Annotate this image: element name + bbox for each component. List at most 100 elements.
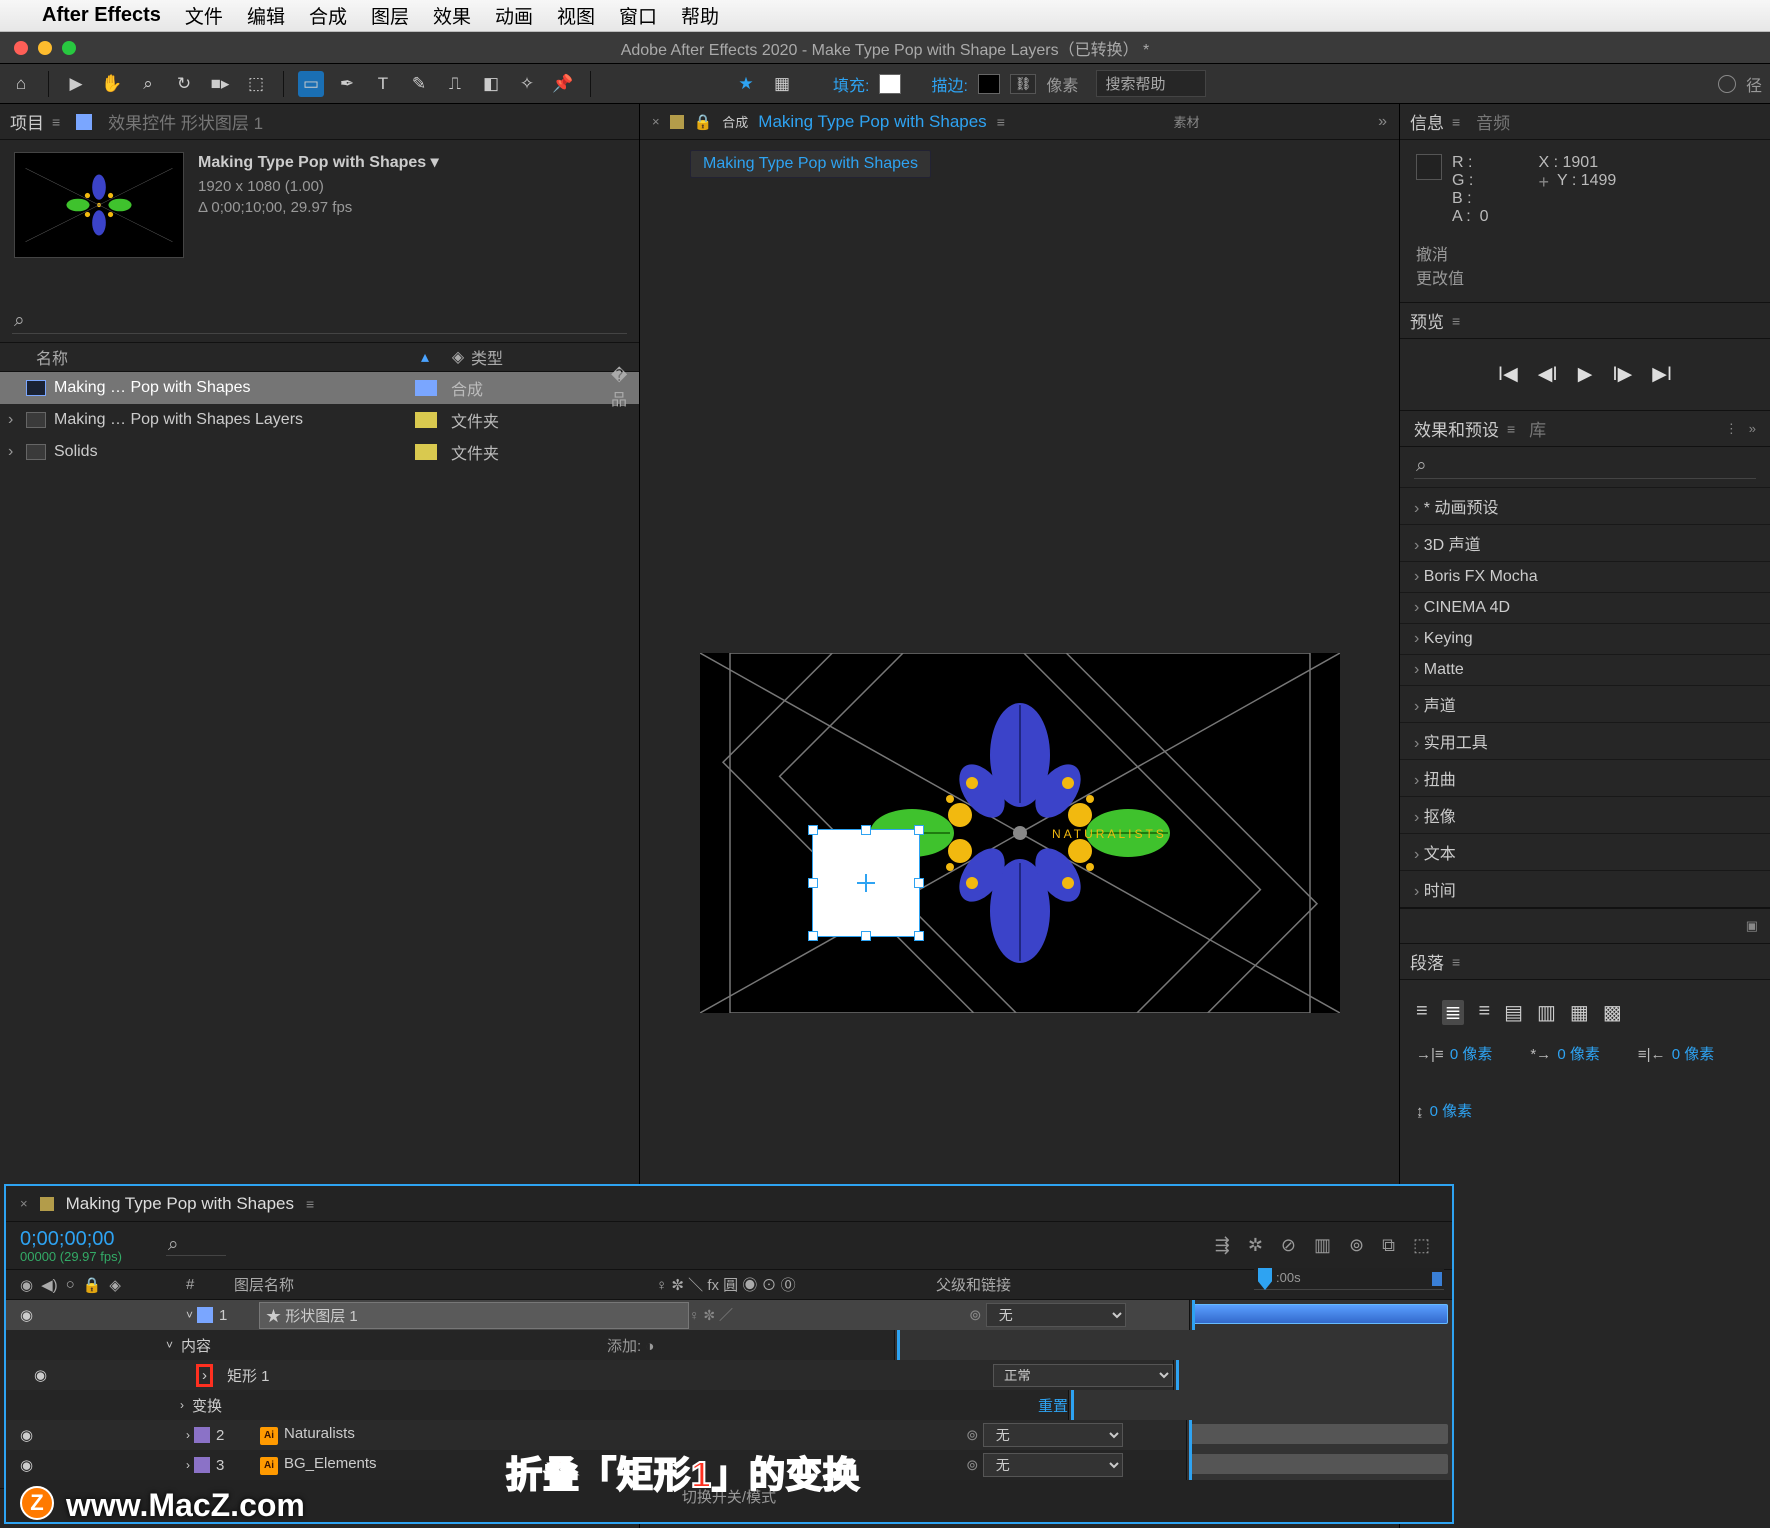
timeline-timecode[interactable]: 0;00;00;00 (20, 1228, 122, 1251)
tab-audio[interactable]: 音频 (1476, 109, 1510, 134)
tab-preview[interactable]: 预览 ≡ (1410, 308, 1460, 333)
window-zoom-button[interactable] (62, 41, 76, 55)
col-name[interactable]: 名称 (8, 345, 405, 369)
first-frame-button[interactable]: I◀ (1498, 363, 1518, 386)
col-tag-icon[interactable]: ◈ (445, 347, 471, 367)
pen-tool[interactable]: ✒ (334, 71, 360, 97)
help-search[interactable]: 搜索帮助 (1096, 70, 1206, 97)
layer-label-swatch[interactable] (194, 1457, 210, 1473)
layer-label-swatch[interactable] (197, 1307, 213, 1323)
effects-category[interactable]: CINEMA 4D (1400, 592, 1770, 623)
panel-overflow[interactable]: » (1378, 113, 1387, 131)
col-switches[interactable]: ♀ ✼ ＼ fx 圓 ◉ ⊙ ⓪ (656, 1274, 936, 1295)
effects-category[interactable]: 抠像 (1400, 796, 1770, 833)
tab-effect-controls[interactable]: 效果控件 形状图层 1 (108, 109, 263, 134)
effects-category[interactable]: * 动画预设 (1400, 487, 1770, 524)
app-name[interactable]: After Effects (42, 4, 161, 27)
lock-col-icon[interactable]: 🔒 (83, 1276, 102, 1294)
label-swatch[interactable] (415, 444, 437, 460)
indent-first[interactable]: *→ 0 像素 (1530, 1043, 1602, 1064)
eye-icon[interactable]: ◉ (20, 1426, 33, 1444)
effects-category[interactable]: 扭曲 (1400, 759, 1770, 796)
stroke-label[interactable]: 描边: (931, 72, 967, 96)
comp-flowchart-tag[interactable]: Making Type Pop with Shapes (690, 150, 931, 178)
solo-col-icon[interactable]: ○ (66, 1276, 75, 1294)
audio-col-icon[interactable]: ◀) (41, 1276, 58, 1294)
tab-info[interactable]: 信息 ≡ (1410, 109, 1460, 134)
motion-blur-icon[interactable]: ⊚ (1349, 1235, 1364, 1256)
time-ruler[interactable]: :00s (1254, 1268, 1444, 1290)
project-item-folder[interactable]: › Solids 文件夹 (0, 436, 639, 468)
star-toggle[interactable]: ★ (733, 71, 759, 97)
pickwhip-icon[interactable]: ⊚ (966, 1457, 979, 1474)
twirl-icon[interactable]: ˅ (166, 1338, 173, 1352)
clone-tool[interactable]: ⎍ (442, 71, 468, 97)
tab-effects[interactable]: 效果和预设 ≡ (1414, 416, 1515, 441)
project-item-comp[interactable]: Making … Pop with Shapes 合成 �品 (0, 372, 639, 404)
col-type[interactable]: 类型 (471, 345, 631, 369)
frame-blend-icon[interactable]: ▥ (1314, 1235, 1331, 1256)
indent-right[interactable]: ≡|← 0 像素 (1638, 1043, 1716, 1064)
window-close-button[interactable] (14, 41, 28, 55)
menu-window[interactable]: 窗口 (619, 2, 657, 29)
orbit-tool[interactable]: ↻ (171, 71, 197, 97)
graph-editor-icon[interactable]: ⧉ (1382, 1235, 1395, 1256)
cti-playhead[interactable] (1258, 1268, 1272, 1290)
new-bin-icon[interactable]: ▣ (1746, 918, 1758, 934)
effects-category[interactable]: 时间 (1400, 870, 1770, 907)
eraser-tool[interactable]: ◧ (478, 71, 504, 97)
fill-swatch[interactable] (879, 74, 901, 94)
render-icon[interactable]: ⬚ (1413, 1235, 1430, 1256)
col-layer-name[interactable]: 图层名称 (226, 1274, 656, 1295)
effects-category[interactable]: 声道 (1400, 685, 1770, 722)
stroke-link-icon[interactable]: ⛓ (1010, 74, 1037, 94)
reset-link[interactable]: 重置 (1038, 1395, 1068, 1416)
justify-last-center-icon[interactable]: ▥ (1537, 1000, 1556, 1025)
comp-mini-flowchart-icon[interactable]: ⇶ (1215, 1235, 1230, 1256)
bezier-toggle[interactable]: ▦ (769, 71, 795, 97)
pickwhip-icon[interactable]: ⊚ (966, 1427, 979, 1444)
twirl-icon[interactable]: › (180, 1398, 184, 1412)
panel-overflow[interactable]: ⋮ » (1725, 421, 1756, 437)
type-tool[interactable]: T (370, 71, 396, 97)
rectangle-tool[interactable]: ▭ (298, 71, 324, 97)
parent-dropdown[interactable]: 无 (983, 1453, 1123, 1477)
puppet-tool[interactable]: 📌 (550, 71, 576, 97)
region-tool[interactable]: ⬚ (243, 71, 269, 97)
project-item-folder[interactable]: › Making … Pop with Shapes Layers 文件夹 (0, 404, 639, 436)
menu-help[interactable]: 帮助 (681, 2, 719, 29)
timeline-search[interactable] (166, 1236, 226, 1255)
anchor-point-icon[interactable] (860, 877, 872, 889)
justify-all-icon[interactable]: ▩ (1603, 1000, 1622, 1025)
stroke-swatch[interactable] (978, 74, 1000, 94)
radius-icon[interactable] (1718, 75, 1736, 93)
align-center-icon[interactable]: ≣ (1442, 1000, 1465, 1025)
pickwhip-icon[interactable]: ⊚ (969, 1307, 982, 1324)
add-menu[interactable]: 添加: ◑ (607, 1335, 654, 1356)
menu-effect[interactable]: 效果 (433, 2, 471, 29)
selection-tool[interactable]: ▶ (63, 71, 89, 97)
comp-close[interactable]: × (652, 114, 660, 129)
menu-animation[interactable]: 动画 (495, 2, 533, 29)
indent-left[interactable]: →|≡ 0 像素 (1416, 1043, 1494, 1064)
justify-last-right-icon[interactable]: ▦ (1570, 1000, 1589, 1025)
layer-switches[interactable]: ♀ ✼ ／ (689, 1305, 969, 1325)
layer-property[interactable]: › 变换 重置 (6, 1390, 1452, 1420)
last-frame-button[interactable]: ▶I (1652, 363, 1672, 386)
effects-category[interactable]: Boris FX Mocha (1400, 561, 1770, 592)
prev-frame-button[interactable]: ◀I (1538, 363, 1558, 386)
effects-category[interactable]: Keying (1400, 623, 1770, 654)
layer-row[interactable]: ◉ ˅ 1 ★ 形状图层 1 ♀ ✼ ／ ⊚ 无 (6, 1300, 1452, 1330)
layer-property[interactable]: ◉ › 矩形 1 正常 (6, 1360, 1452, 1390)
tab-project[interactable]: 项目 ≡ (10, 109, 60, 134)
camera-tool[interactable]: ■▸ (207, 71, 233, 97)
timeline-menu-icon[interactable]: ≡ (306, 1196, 314, 1212)
zoom-tool[interactable]: ⌕ (135, 71, 161, 97)
twirl-icon[interactable]: › (186, 1458, 190, 1472)
menu-composition[interactable]: 合成 (309, 2, 347, 29)
project-columns[interactable]: 名称 ▴ ◈ 类型 (0, 342, 639, 372)
layer-label-swatch[interactable] (194, 1427, 210, 1443)
eye-icon[interactable]: ◉ (34, 1366, 47, 1384)
align-left-icon[interactable]: ≡ (1416, 1000, 1428, 1025)
parent-dropdown[interactable]: 无 (986, 1303, 1126, 1327)
